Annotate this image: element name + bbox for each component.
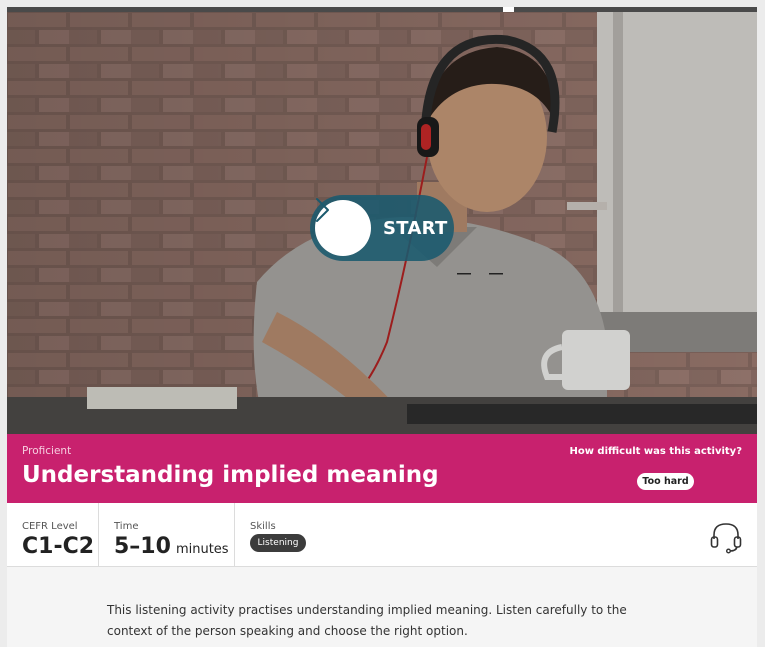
activity-description: This listening activity practises unders…: [107, 603, 627, 638]
time-label: Time: [114, 521, 139, 532]
skills-label: Skills: [250, 521, 276, 532]
too-hard-button[interactable]: Too hard: [637, 473, 694, 490]
cefr-value: C1-C2: [22, 534, 95, 559]
activity-info-row: CEFR Level C1-C2 Time 5–10 minutes: [7, 503, 757, 567]
cefr-cell: CEFR Level C1-C2: [7, 503, 99, 566]
description-area: This listening activity practises unders…: [7, 567, 757, 647]
hero-image: START: [7, 12, 757, 434]
level-name: Proficient: [22, 445, 72, 457]
cefr-label: CEFR Level: [22, 521, 78, 532]
time-value: 5–10: [114, 534, 171, 559]
skill-badge-listening: Listening: [250, 534, 306, 552]
activity-title: Understanding implied meaning: [22, 462, 439, 488]
start-button[interactable]: START: [310, 195, 454, 261]
time-value-wrap: 5–10 minutes: [114, 534, 229, 559]
start-label: START: [383, 217, 448, 239]
time-unit: minutes: [175, 542, 229, 557]
activity-banner: Proficient Understanding implied meaning…: [7, 434, 757, 503]
start-circle: [315, 198, 371, 256]
headset-icon: [710, 523, 742, 554]
activity-card: START Proficient Understanding implied m…: [7, 7, 757, 647]
difficulty-question: How difficult was this activity?: [569, 446, 742, 457]
chevron-right-icon: [316, 198, 329, 222]
time-cell: Time 5–10 minutes: [99, 503, 235, 566]
